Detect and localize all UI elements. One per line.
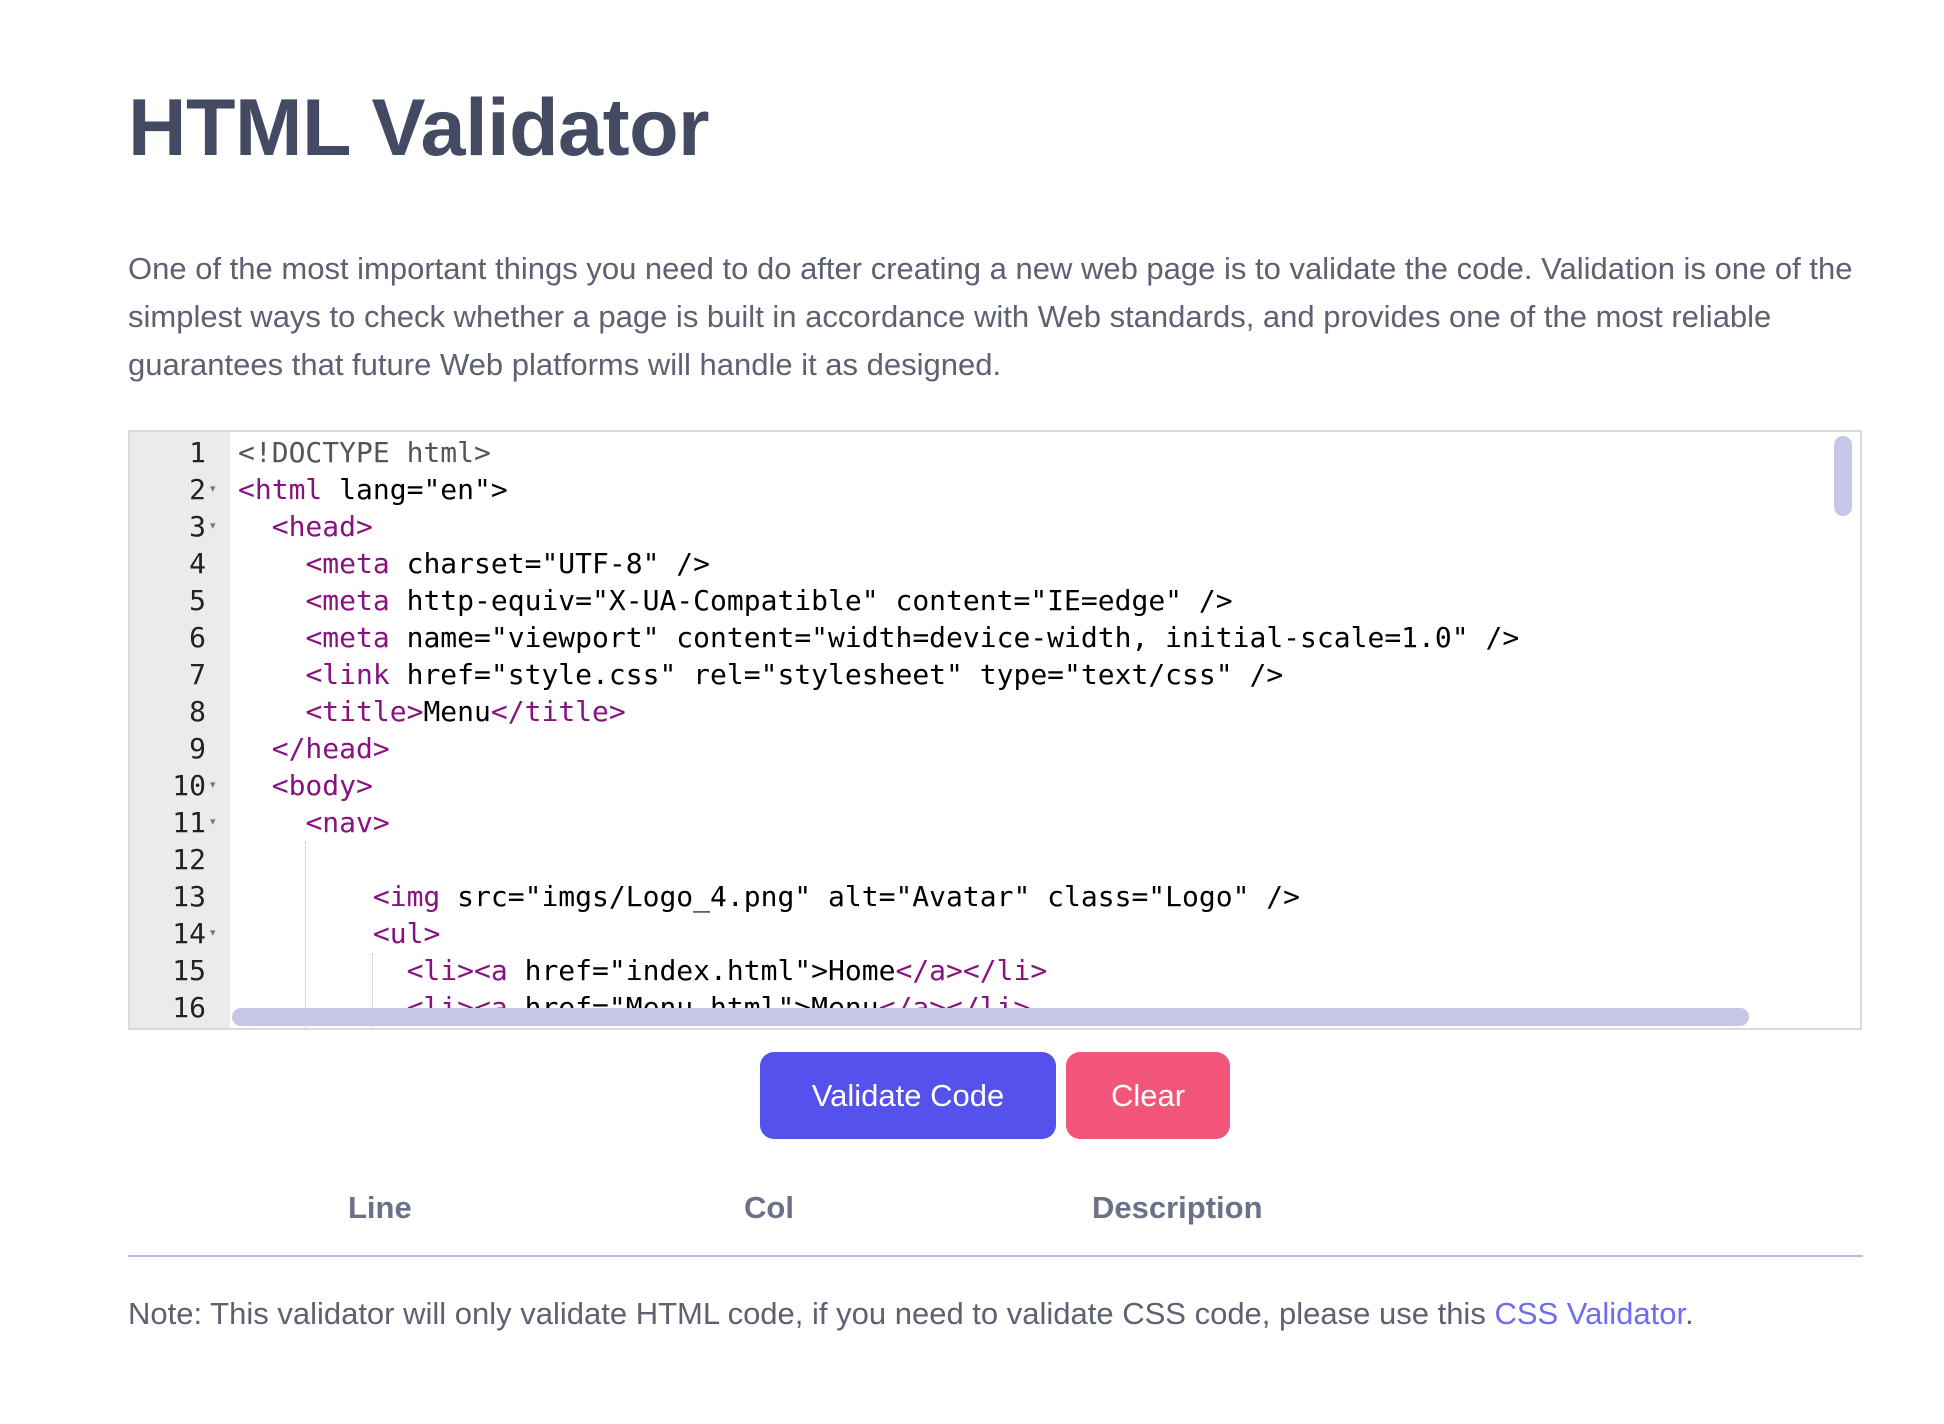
line-number: 16 xyxy=(172,991,206,1024)
code-line: <body> xyxy=(271,769,373,802)
line-number-gutter: 1 2 3 4 5 6 7 8 9 10 11 12 13 14 15 16 ▾… xyxy=(130,432,230,1028)
line-number: 3 xyxy=(189,510,206,543)
fold-arrow-icon[interactable]: ▾ xyxy=(210,915,224,952)
line-number: 6 xyxy=(189,621,206,654)
code-line: <title>Menu</title> xyxy=(305,695,626,728)
fold-arrow-icon[interactable]: ▾ xyxy=(210,767,224,804)
line-number: 2 xyxy=(189,473,206,506)
line-number: 5 xyxy=(189,584,206,617)
line-number: 7 xyxy=(189,658,206,691)
line-number: 9 xyxy=(189,732,206,765)
code-text-area[interactable]: <!DOCTYPE html> <html lang="en"> <head> … xyxy=(238,432,1860,1028)
code-line: <meta charset="UTF-8" /> xyxy=(305,547,711,580)
note-suffix: . xyxy=(1685,1296,1694,1331)
line-number: 15 xyxy=(172,954,206,987)
line-number: 8 xyxy=(189,695,206,728)
line-number: 13 xyxy=(172,880,206,913)
line-number: 11 xyxy=(172,806,206,839)
code-line: <meta name="viewport" content="width=dev… xyxy=(305,621,1520,654)
code-line: <!DOCTYPE html> xyxy=(238,436,491,469)
vertical-scrollbar[interactable] xyxy=(1834,436,1852,516)
line-number: 10 xyxy=(172,769,206,802)
code-line: </head> xyxy=(271,732,390,765)
results-header-line: Line xyxy=(348,1190,412,1225)
line-number: 12 xyxy=(172,843,206,876)
code-editor[interactable]: 1 2 3 4 5 6 7 8 9 10 11 12 13 14 15 16 ▾… xyxy=(128,430,1862,1030)
results-header-description: Description xyxy=(1092,1190,1263,1225)
note-paragraph: Note: This validator will only validate … xyxy=(128,1292,1694,1336)
horizontal-scrollbar[interactable] xyxy=(232,1008,1749,1026)
css-validator-link[interactable]: CSS Validator xyxy=(1494,1296,1685,1331)
code-line: <ul> xyxy=(372,917,441,950)
note-text: Note: This validator will only validate … xyxy=(128,1296,1495,1331)
page-title: HTML Validator xyxy=(128,83,710,173)
fold-arrow-icon[interactable]: ▾ xyxy=(210,508,224,545)
results-divider xyxy=(128,1255,1863,1257)
line-number: 4 xyxy=(189,547,206,580)
code-line: <link href="style.css" rel="stylesheet" … xyxy=(305,658,1284,691)
fold-arrow-icon[interactable]: ▾ xyxy=(210,471,224,508)
code-line: <head> xyxy=(271,510,373,543)
fold-arrow-icon[interactable]: ▾ xyxy=(210,804,224,841)
page: HTML Validator One of the most important… xyxy=(0,0,1944,1424)
line-number: 14 xyxy=(172,917,206,950)
code-line: <html lang="en"> xyxy=(238,473,508,506)
code-line: <li><a href="index.html">Home</a></li> xyxy=(406,954,1048,987)
code-line: <img src="imgs/Logo_4.png" alt="Avatar" … xyxy=(372,880,1301,913)
validate-code-button[interactable]: Validate Code xyxy=(760,1052,1056,1139)
line-number: 1 xyxy=(189,436,206,469)
intro-paragraph: One of the most important things you nee… xyxy=(128,251,1853,382)
clear-button[interactable]: Clear xyxy=(1066,1052,1230,1139)
code-line: <meta http-equiv="X-UA-Compatible" conte… xyxy=(305,584,1233,617)
code-line: <nav> xyxy=(305,806,390,839)
results-header-col: Col xyxy=(744,1190,794,1225)
